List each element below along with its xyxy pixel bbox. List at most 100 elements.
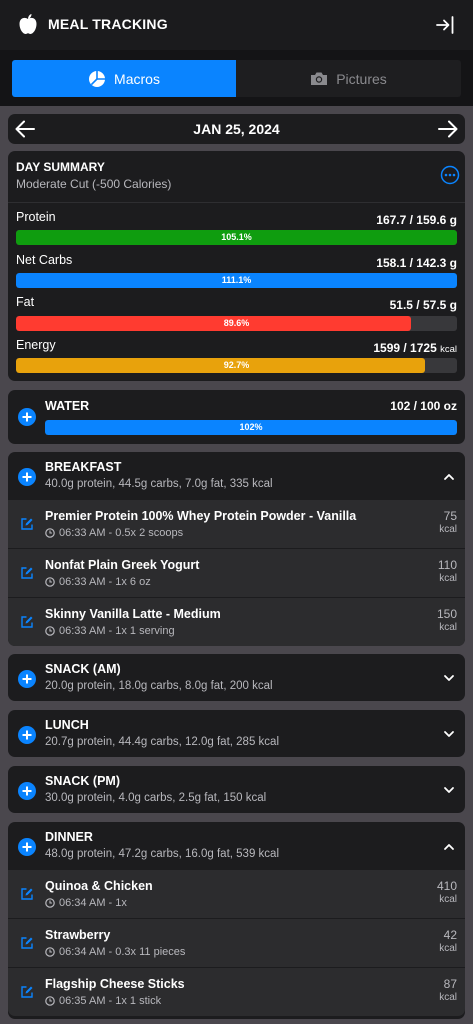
current-date[interactable]: JAN 25, 2024 [8, 121, 465, 137]
energy-unit: kcal [440, 344, 457, 355]
breakfast-items: Premier Protein 100% Whey Protein Powder… [8, 499, 465, 646]
add-breakfast-icon[interactable] [18, 468, 36, 486]
food-kcal-value: 110 [437, 558, 457, 572]
edit-icon[interactable] [20, 985, 34, 999]
food-calories: 110 kcal [438, 558, 457, 586]
protein-value: 167.7 / 159.6 g [376, 213, 457, 227]
food-kcal-value: 42 [443, 928, 457, 942]
dinner-title: DINNER [45, 830, 93, 844]
food-kcal-value: 87 [443, 977, 457, 991]
food-time-serving: 06:34 AM - 0.3x 11 pieces [59, 946, 186, 958]
food-item[interactable]: Quinoa & Chicken 06:34 AM - 1x 410 kcal [8, 869, 465, 918]
food-time-serving: 06:33 AM - 0.5x 2 scoops [59, 527, 184, 539]
add-lunch-icon[interactable] [18, 726, 36, 744]
food-meta: 06:34 AM - 0.3x 11 pieces [45, 946, 185, 958]
food-name: Nonfat Plain Greek Yogurt [45, 558, 200, 572]
food-name: Premier Protein 100% Whey Protein Powder… [45, 509, 357, 523]
food-time-serving: 06:35 AM - 1x 1 stick [59, 995, 162, 1007]
diet-plan-label: Moderate Cut (-500 Calories) [16, 177, 172, 191]
energy-label: Energy [16, 338, 56, 352]
energy-value-number: 1599 / 1725 [373, 341, 437, 355]
protein-percent: 105.1% [221, 232, 252, 242]
net-carbs-progress-bar: 111.1% [16, 273, 457, 288]
tabs-bar: Macros Pictures [0, 50, 473, 106]
food-item[interactable]: Skinny Vanilla Latte - Medium 06:33 AM -… [8, 597, 465, 646]
snack-am-title: SNACK (AM) [45, 662, 121, 676]
food-item[interactable]: Strawberry 06:34 AM - 0.3x 11 pieces 42 k… [8, 918, 465, 967]
food-calories: 75 kcal [439, 509, 457, 537]
edit-icon[interactable] [20, 887, 34, 901]
food-kcal-unit: kcal [439, 622, 457, 633]
edit-icon[interactable] [20, 566, 34, 580]
fat-percent: 89.6% [223, 318, 250, 328]
lunch-summary: 20.7g protein, 44.4g carbs, 12.0g fat, 2… [45, 736, 279, 748]
food-name: Skinny Vanilla Latte - Medium [45, 607, 221, 621]
apple-icon [19, 14, 37, 34]
dinner-items: Quinoa & Chicken 06:34 AM - 1x 410 kcal S… [8, 869, 465, 1016]
more-options-icon[interactable] [440, 165, 460, 185]
tab-macros[interactable]: Macros [12, 60, 236, 97]
food-kcal-unit: kcal [439, 524, 457, 535]
clock-icon [45, 898, 55, 908]
breakfast-title: BREAKFAST [45, 460, 122, 474]
edit-icon[interactable] [20, 517, 34, 531]
food-item[interactable]: Premier Protein 100% Whey Protein Powder… [8, 499, 465, 548]
exit-icon[interactable] [434, 14, 456, 36]
add-snack-am-icon[interactable] [18, 670, 36, 688]
lunch-card[interactable]: LUNCH 20.7g protein, 44.4g carbs, 12.0g … [8, 710, 465, 757]
protein-label: Protein [16, 210, 56, 224]
food-calories: 42 kcal [439, 928, 457, 956]
chevron-up-icon[interactable] [443, 841, 455, 853]
water-progress-bar: 102% [45, 420, 457, 435]
food-meta: 06:33 AM - 0.5x 2 scoops [45, 527, 183, 539]
food-item[interactable]: Nonfat Plain Greek Yogurt 06:33 AM - 1x … [8, 548, 465, 597]
chevron-up-icon[interactable] [443, 471, 455, 483]
add-water-icon[interactable] [18, 408, 36, 426]
food-name: Flagship Cheese Sticks [45, 977, 185, 991]
app-title: MEAL TRACKING [48, 16, 168, 32]
food-time-serving: 06:33 AM - 1x 1 serving [59, 625, 175, 637]
food-time-serving: 06:34 AM - 1x [59, 897, 127, 909]
breakfast-card: BREAKFAST 40.0g protein, 44.5g carbs, 7.… [8, 452, 465, 646]
tab-macros-label: Macros [114, 70, 160, 87]
chevron-down-icon[interactable] [443, 784, 455, 796]
net-carbs-label: Net Carbs [16, 253, 73, 267]
food-time-serving: 06:33 AM - 1x 6 oz [59, 576, 151, 588]
snack-pm-card[interactable]: SNACK (PM) 30.0g protein, 4.0g carbs, 2.… [8, 766, 465, 813]
fat-label: Fat [16, 295, 35, 309]
chevron-down-icon[interactable] [443, 672, 455, 684]
water-value: 102 / 100 oz [390, 399, 457, 413]
edit-icon[interactable] [20, 615, 34, 629]
protein-progress-bar: 105.1% [16, 230, 457, 245]
clock-icon [45, 528, 55, 538]
chevron-down-icon[interactable] [443, 728, 455, 740]
breakfast-summary: 40.0g protein, 44.5g carbs, 7.0g fat, 33… [45, 478, 273, 490]
water-title: WATER [45, 399, 90, 413]
lunch-title: LUNCH [45, 718, 89, 732]
snack-am-card[interactable]: SNACK (AM) 20.0g protein, 18.0g carbs, 8… [8, 654, 465, 701]
food-calories: 150 kcal [437, 607, 457, 635]
add-dinner-icon[interactable] [18, 838, 36, 856]
energy-value: 1599 / 1725 kcal [373, 341, 457, 355]
camera-icon [311, 72, 328, 85]
clock-icon [45, 996, 55, 1006]
fat-value: 51.5 / 57.5 g [389, 298, 457, 312]
water-card: WATER 102 / 100 oz 102% [8, 390, 465, 444]
clock-icon [45, 626, 55, 636]
snack-pm-title: SNACK (PM) [45, 774, 120, 788]
food-meta: 06:33 AM - 1x 1 serving [45, 625, 175, 637]
pie-chart-icon [89, 70, 106, 87]
food-item[interactable]: Flagship Cheese Sticks 06:35 AM - 1x 1 s… [8, 967, 465, 1016]
food-meta: 06:35 AM - 1x 1 stick [45, 995, 161, 1007]
edit-icon[interactable] [20, 936, 34, 950]
add-snack-pm-icon[interactable] [18, 782, 36, 800]
date-navigator: JAN 25, 2024 [8, 114, 465, 144]
food-meta: 06:34 AM - 1x [45, 897, 127, 909]
food-name: Strawberry [45, 928, 111, 942]
next-day-arrow-icon[interactable] [437, 119, 459, 139]
tab-pictures[interactable]: Pictures [236, 60, 461, 97]
food-name: Quinoa & Chicken [45, 879, 153, 893]
food-kcal-unit: kcal [439, 573, 457, 584]
net-carbs-percent: 111.1% [221, 275, 252, 285]
food-calories: 87 kcal [439, 977, 457, 1005]
